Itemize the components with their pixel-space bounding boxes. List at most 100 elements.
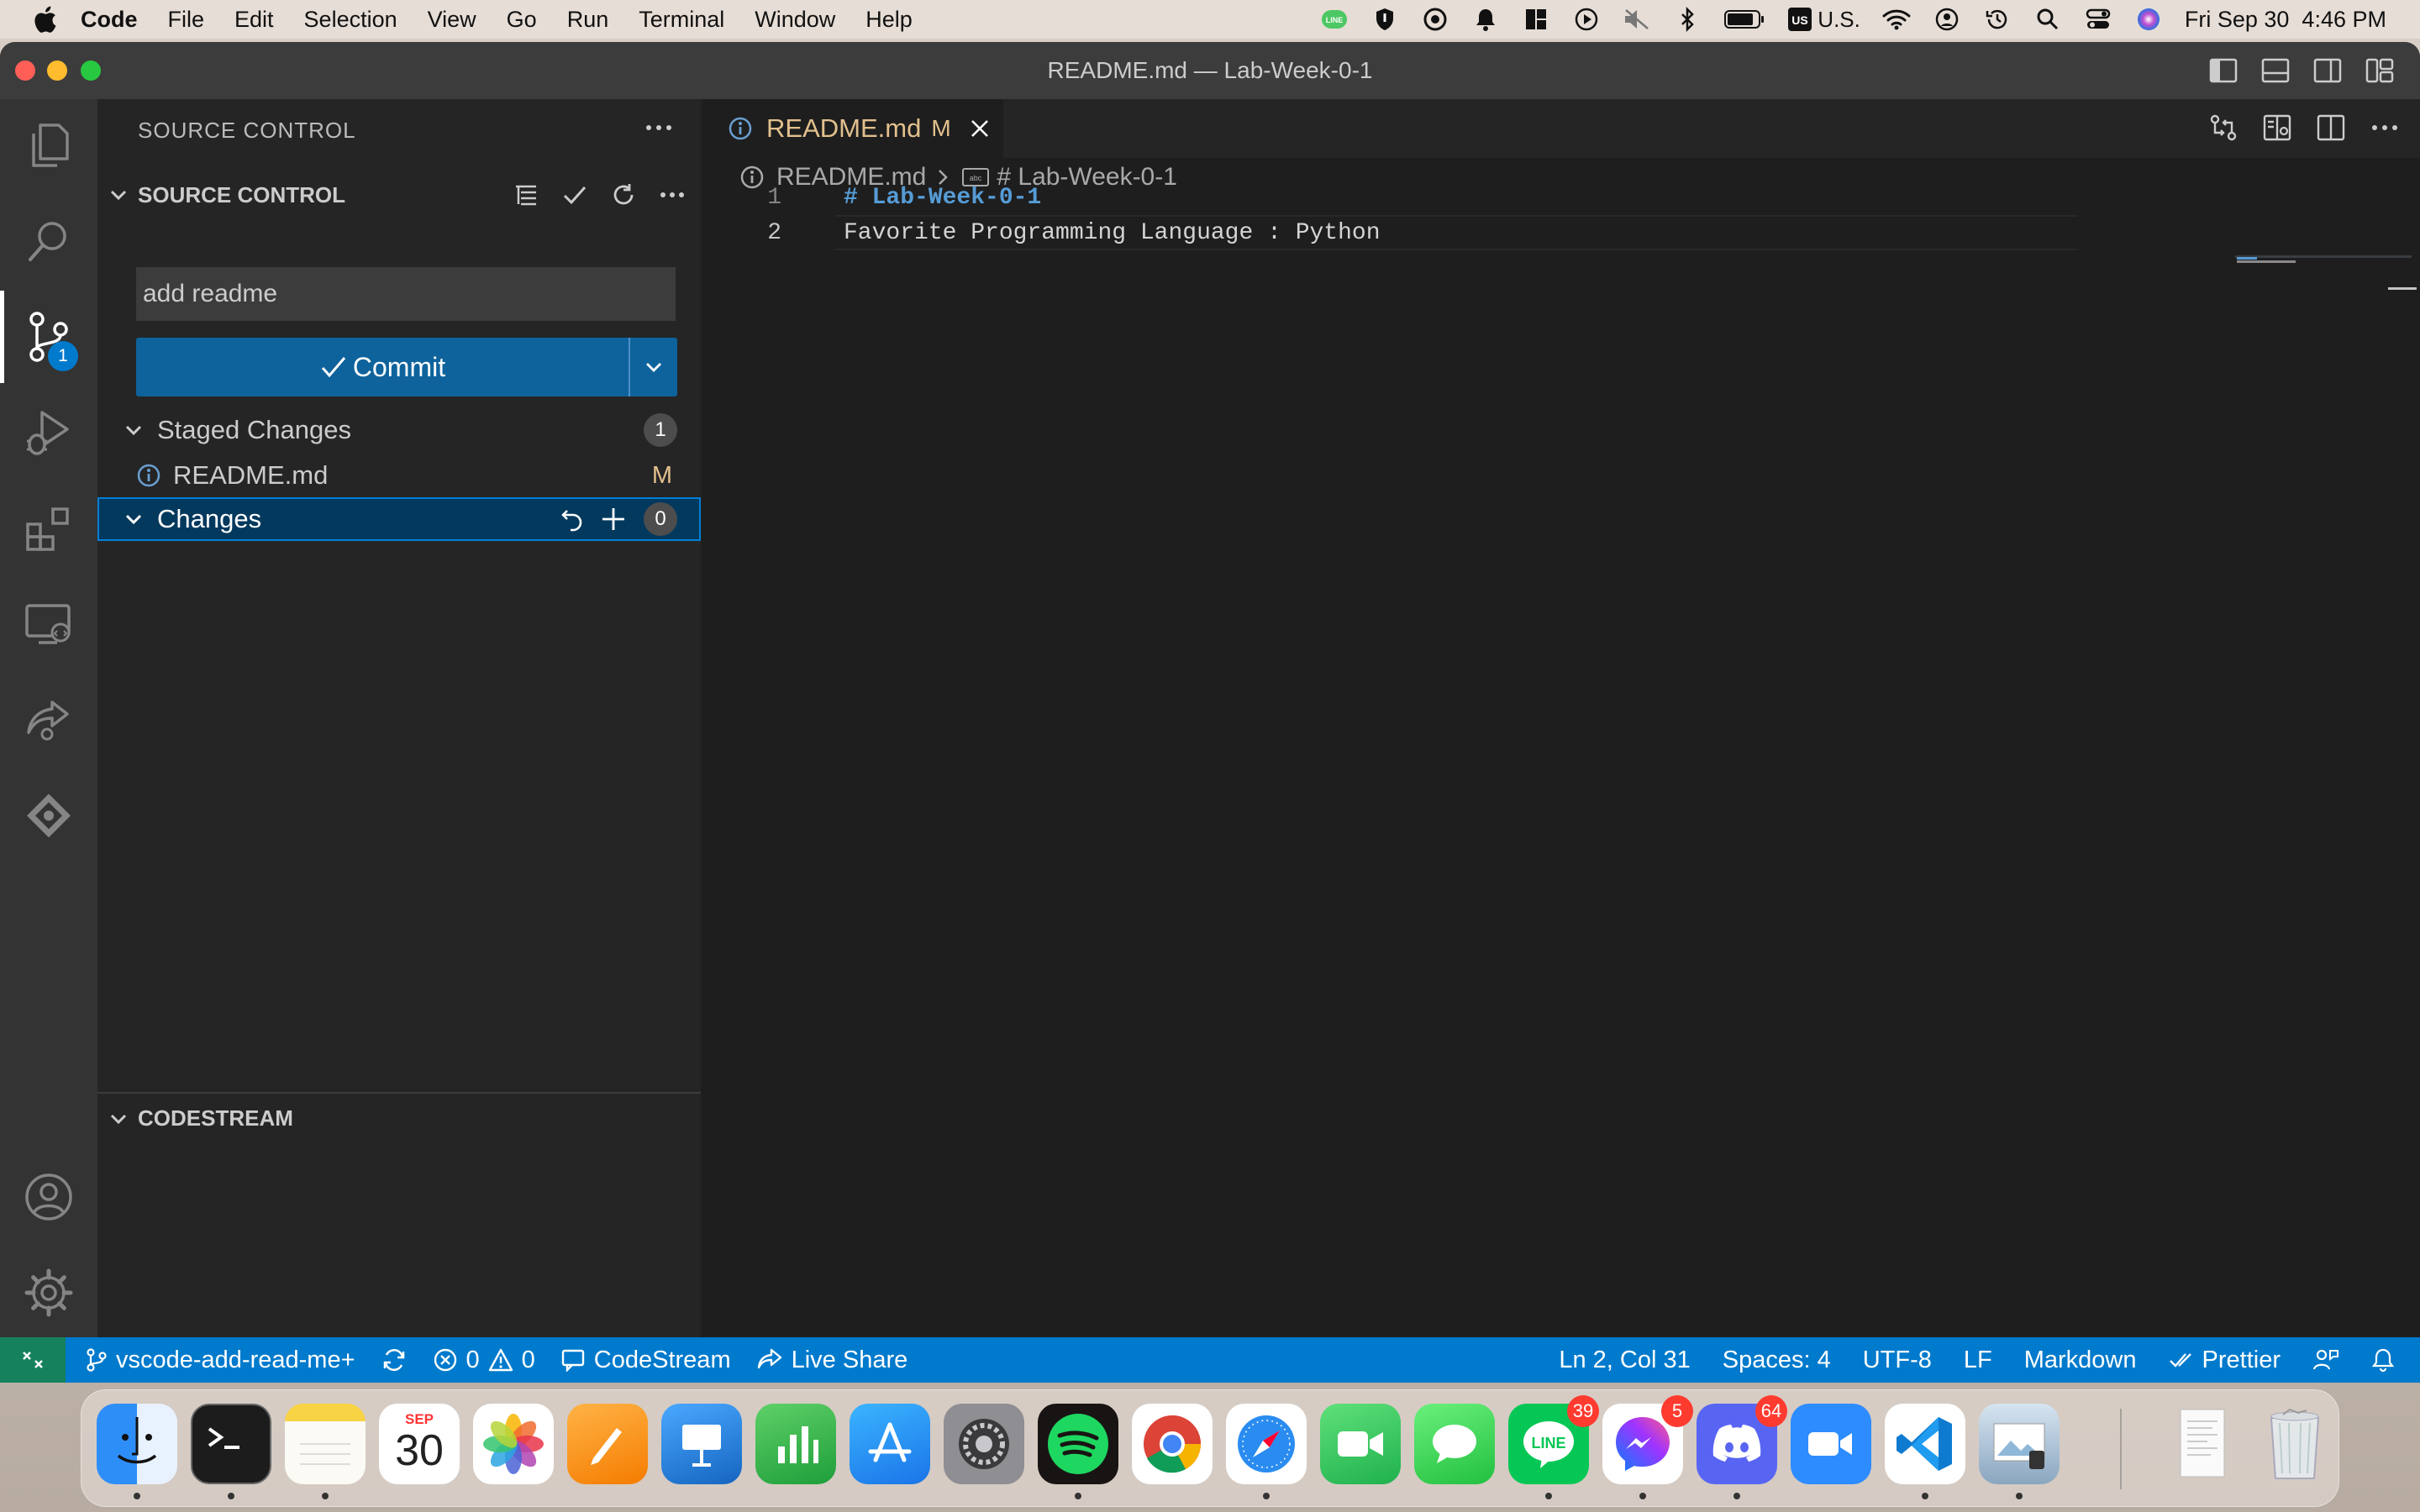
spotlight-icon[interactable] (2033, 5, 2062, 34)
trash-icon[interactable] (2254, 1404, 2335, 1484)
remote-indicator[interactable] (0, 1337, 66, 1383)
menu-terminal[interactable]: Terminal (639, 7, 724, 33)
staged-file-row[interactable]: README.md M (97, 454, 701, 497)
source-control-section-header[interactable]: SOURCE CONTROL (97, 173, 701, 217)
branch-status[interactable]: vscode-add-read-me+ (86, 1347, 355, 1374)
live-share-icon[interactable] (0, 674, 97, 766)
indentation[interactable]: Spaces: 4 (1723, 1347, 1831, 1374)
notes-app-icon[interactable] (285, 1404, 366, 1484)
sync-changes-icon[interactable] (381, 1347, 408, 1373)
split-editor-icon[interactable] (2314, 111, 2348, 144)
remote-explorer-icon[interactable] (0, 578, 97, 670)
sync-app-icon[interactable] (1421, 5, 1449, 34)
minimap[interactable] (2225, 197, 2420, 1337)
extensions-icon[interactable] (0, 482, 97, 575)
bluetooth-icon[interactable] (1673, 5, 1702, 34)
downloads-stack-icon[interactable] (2160, 1404, 2241, 1484)
codestream-section-header[interactable]: CODESTREAM (97, 1092, 701, 1142)
time-machine-icon[interactable] (1983, 5, 2012, 34)
codestream-icon[interactable] (0, 769, 97, 862)
pages-app-icon[interactable] (567, 1404, 648, 1484)
keyboard-input-source[interactable]: US U.S. (1787, 5, 1860, 34)
photos-app-icon[interactable] (473, 1404, 554, 1484)
search-icon[interactable] (0, 195, 97, 287)
finder-app-icon[interactable] (97, 1404, 177, 1484)
messages-app-icon[interactable] (1414, 1404, 1495, 1484)
refresh-icon[interactable] (607, 178, 640, 212)
toggle-panel-icon[interactable] (2259, 54, 2292, 87)
commit-message-input[interactable]: add readme (136, 267, 676, 321)
vscode-app-icon[interactable] (1885, 1404, 1965, 1484)
menu-run[interactable]: Run (567, 7, 609, 33)
run-and-debug-icon[interactable] (0, 386, 97, 479)
end-of-line[interactable]: LF (1964, 1347, 1992, 1374)
menu-view[interactable]: View (428, 7, 476, 33)
menu-file[interactable]: File (168, 7, 205, 33)
live-share-status[interactable]: Live Share (756, 1347, 908, 1374)
control-center-icon[interactable] (2084, 5, 2112, 34)
explorer-icon[interactable] (0, 99, 97, 192)
customize-layout-icon[interactable] (2363, 54, 2396, 87)
keynote-app-icon[interactable] (661, 1404, 742, 1484)
source-control-icon[interactable]: 1 (0, 291, 97, 383)
system-preferences-icon[interactable] (944, 1404, 1024, 1484)
changes-group[interactable]: Changes 0 (97, 497, 701, 541)
battery-icon[interactable] (1723, 5, 1765, 34)
mute-icon[interactable] (1623, 5, 1651, 34)
calendar-app-icon[interactable]: SEP 30 (379, 1404, 460, 1484)
tab-readme[interactable]: README.md M (701, 99, 1003, 158)
codestream-status[interactable]: CodeStream (560, 1347, 731, 1374)
open-changes-icon[interactable] (2207, 111, 2240, 144)
wifi-icon[interactable] (1882, 5, 1911, 34)
line-icon[interactable]: LINE (1320, 5, 1349, 34)
line-app-icon[interactable]: LINE 39 (1508, 1395, 1599, 1484)
zoom-app-icon[interactable] (1791, 1404, 1871, 1484)
more-actions-icon[interactable] (655, 178, 689, 212)
staged-changes-group[interactable]: Staged Changes 1 (97, 408, 701, 452)
commit-options-dropdown[interactable] (629, 338, 677, 396)
menu-go[interactable]: Go (507, 7, 537, 33)
menu-window[interactable]: Window (755, 7, 835, 33)
commit-button[interactable]: Commit (136, 338, 629, 396)
terminal-app-icon[interactable] (191, 1404, 271, 1484)
view-as-tree-icon[interactable] (509, 178, 543, 212)
numbers-app-icon[interactable] (755, 1404, 836, 1484)
menubar-clock[interactable]: Fri Sep 30 4:46 PM (2185, 7, 2386, 33)
menu-selection[interactable]: Selection (304, 7, 397, 33)
layout-app-icon[interactable] (1522, 5, 1550, 34)
manage-gear-icon[interactable] (0, 1247, 97, 1339)
problems-status[interactable]: 0 0 (433, 1347, 535, 1374)
zoom-window-button[interactable] (81, 60, 101, 81)
notifications-bell-icon[interactable] (2371, 1347, 2395, 1373)
siri-icon[interactable] (2134, 5, 2163, 34)
stage-all-changes-icon[interactable] (600, 506, 627, 533)
prettier-status[interactable]: Prettier (2169, 1347, 2281, 1374)
app-store-icon[interactable] (850, 1404, 930, 1484)
user-icon[interactable] (1933, 5, 1961, 34)
minimize-window-button[interactable] (47, 60, 67, 81)
toggle-secondary-sidebar-icon[interactable] (2311, 54, 2344, 87)
apple-menu-icon[interactable] (32, 5, 57, 34)
discord-app-icon[interactable]: 64 (1697, 1395, 1787, 1484)
discard-all-changes-icon[interactable] (560, 506, 587, 533)
close-tab-icon[interactable] (970, 118, 990, 139)
language-mode[interactable]: Markdown (2024, 1347, 2137, 1374)
code-editor[interactable]: 1 # Lab-Week-0-1 2 Favorite Programming … (701, 185, 2420, 1337)
close-window-button[interactable] (15, 60, 35, 81)
open-preview-to-side-icon[interactable] (2260, 111, 2294, 144)
commit-check-icon[interactable] (558, 178, 592, 212)
menu-help[interactable]: Help (865, 7, 913, 33)
vpn-shield-icon[interactable] (1370, 5, 1399, 34)
file-encoding[interactable]: UTF-8 (1863, 1347, 1932, 1374)
sidebar-more-actions-icon[interactable] (642, 111, 676, 144)
accounts-icon[interactable] (0, 1151, 97, 1243)
toggle-primary-sidebar-icon[interactable] (2207, 54, 2240, 87)
menu-edit[interactable]: Edit (234, 7, 274, 33)
notification-bell-icon[interactable] (1471, 5, 1500, 34)
safari-app-icon[interactable] (1226, 1404, 1307, 1484)
cursor-position[interactable]: Ln 2, Col 31 (1559, 1347, 1690, 1374)
messenger-app-icon[interactable]: 5 (1602, 1395, 1693, 1484)
preview-app-icon[interactable] (1979, 1404, 2060, 1484)
google-chrome-icon[interactable] (1132, 1404, 1213, 1484)
facetime-app-icon[interactable] (1320, 1404, 1401, 1484)
